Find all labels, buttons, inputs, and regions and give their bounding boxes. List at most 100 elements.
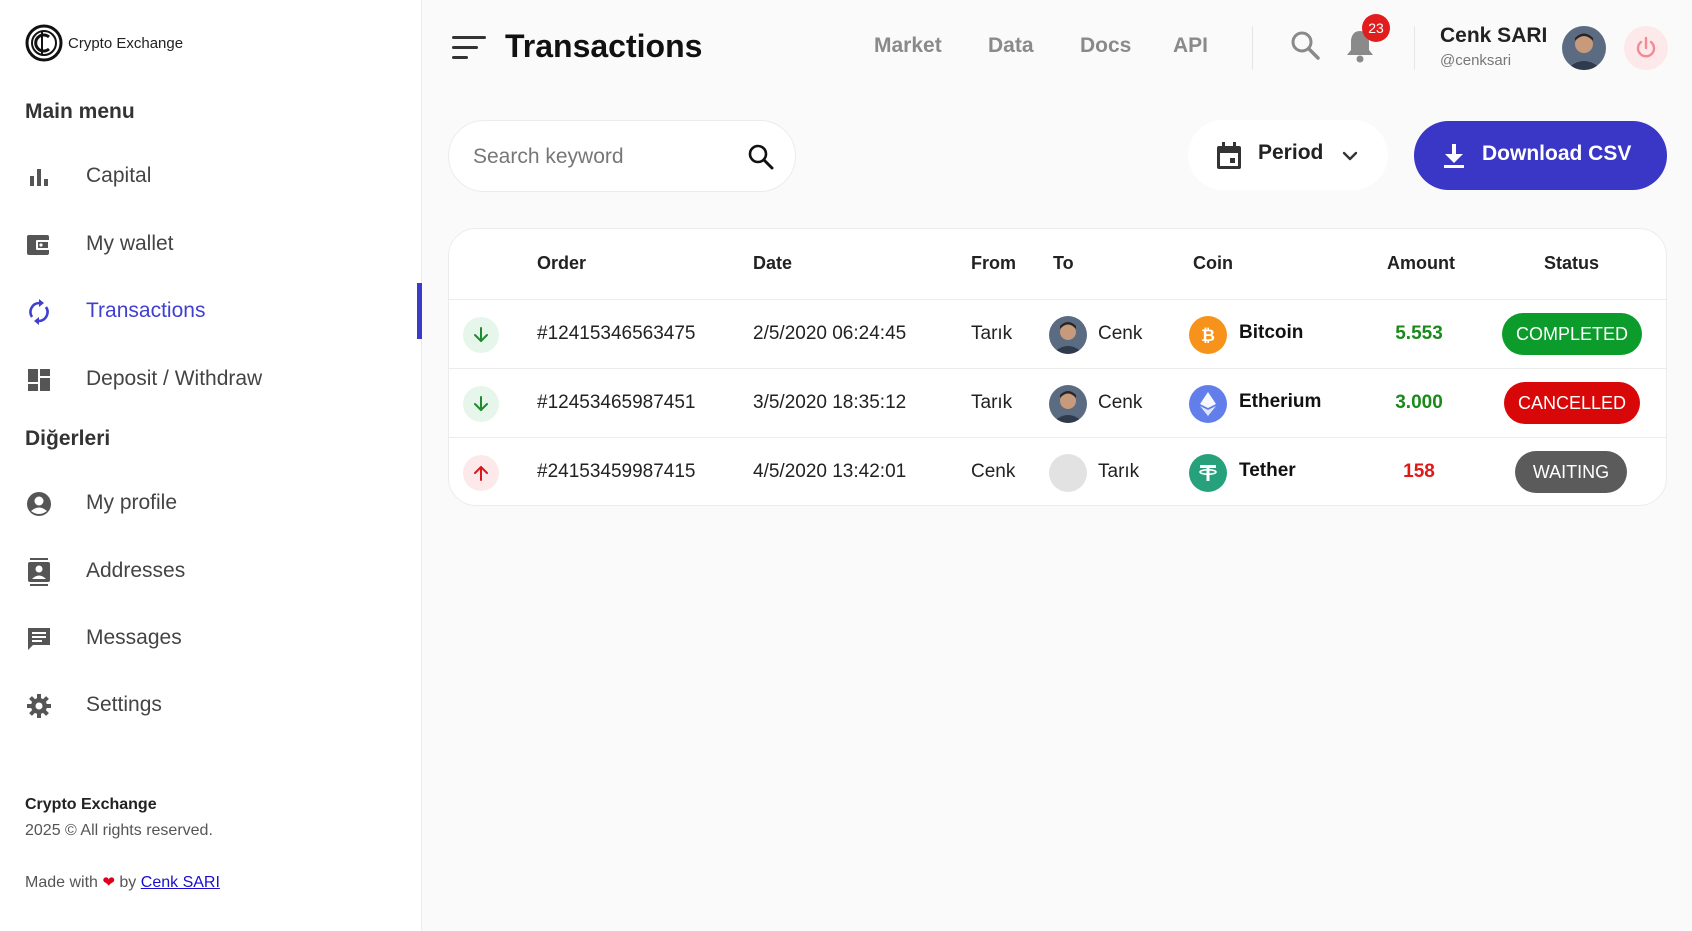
user-name: Cenk SARI [1440,24,1548,47]
other-menu-title: Diğerleri [25,427,111,450]
amount-cell: 158 [1403,461,1435,482]
main-menu-title: Main menu [25,100,135,123]
sidebar-item-label: Settings [86,693,162,716]
from-cell: Tarık [971,392,1013,413]
date-cell: 3/5/2020 18:35:12 [753,392,907,413]
from-cell: Cenk [971,461,1016,482]
table-row[interactable]: #24153459987415 4/5/2020 13:42:01 Cenk T… [449,437,1666,505]
sidebar-item-my-wallet[interactable]: My wallet [0,218,422,270]
calendar-icon [1217,142,1241,169]
status-badge: COMPLETED [1502,313,1642,355]
coin-name: Etherium [1239,391,1322,412]
avatar-placeholder [1049,454,1087,492]
column-header-status[interactable]: Status [1544,253,1599,274]
sidebar-item-capital[interactable]: Capital [0,150,422,202]
avatar [1049,385,1087,423]
brand-logo[interactable]: Crypto Exchange [24,24,183,62]
sidebar-item-label: Messages [86,626,182,649]
gear-icon [26,693,52,719]
sidebar-item-label: My wallet [86,232,174,255]
search-input[interactable] [473,139,733,175]
power-icon [1636,36,1656,58]
sidebar-item-deposit-withdraw[interactable]: Deposit / Withdraw [0,353,422,405]
to-cell: Cenk [1098,323,1143,344]
tether-icon [1189,454,1227,492]
to-cell: Tarık [1098,461,1140,482]
heart-icon: ❤ [102,874,115,891]
column-header-to[interactable]: To [1053,253,1074,274]
footer-credit: Made with ❤ by Cenk SARI [25,873,220,892]
notification-badge: 23 [1362,14,1390,42]
order-id[interactable]: #12415346563475 [537,323,696,345]
download-icon [1444,144,1464,168]
sidebar: Crypto Exchange Main menu Capital My wal… [0,0,422,931]
avatar[interactable] [1562,26,1606,70]
sidebar-item-my-profile[interactable]: My profile [0,477,422,529]
download-csv-button[interactable]: Download CSV [1414,121,1667,190]
contacts-icon [26,558,52,586]
sidebar-item-label: My profile [86,491,178,514]
page-title: Transactions [505,28,703,64]
header-divider [1252,26,1253,70]
incoming-arrow-icon [463,386,499,422]
bar-chart-icon [26,164,52,190]
logout-button[interactable] [1624,26,1668,70]
download-csv-label: Download CSV [1482,142,1632,165]
menu-toggle-icon[interactable] [452,34,488,62]
date-cell: 4/5/2020 13:42:01 [753,461,907,482]
wallet-icon [26,232,52,258]
search-box [448,120,796,192]
from-cell: Tarık [971,323,1013,344]
nav-link-market[interactable]: Market [874,34,942,58]
sidebar-item-label: Deposit / Withdraw [86,367,263,390]
dashboard-icon [26,367,52,393]
author-link[interactable]: Cenk SARI [141,874,220,891]
message-icon [26,626,52,652]
outgoing-arrow-icon [463,455,499,491]
column-header-amount[interactable]: Amount [1387,253,1455,274]
sync-icon [26,299,52,325]
avatar [1049,316,1087,354]
amount-cell: 3.000 [1395,392,1443,413]
status-badge: WAITING [1515,451,1627,493]
search-icon[interactable] [1290,30,1320,60]
period-dropdown[interactable]: Period [1188,120,1388,190]
brand-name: Crypto Exchange [68,34,184,52]
nav-link-api[interactable]: API [1173,34,1208,58]
sidebar-item-label: Transactions [86,299,206,322]
sidebar-item-label: Capital [86,164,152,187]
footer-copyright: 2025 © All rights reserved. [25,822,213,839]
user-handle: @cenksari [1440,52,1512,69]
column-header-date[interactable]: Date [753,253,792,274]
by-text: by [119,874,137,891]
sidebar-item-addresses[interactable]: Addresses [0,545,422,597]
column-header-order[interactable]: Order [537,253,586,274]
svg-text:₿: ₿ [1201,326,1215,346]
sidebar-item-messages[interactable]: Messages [0,612,422,664]
search-icon[interactable] [747,143,775,171]
transactions-table: Order Date From To Coin Amount Status #1… [448,228,1667,506]
date-cell: 2/5/2020 06:24:45 [753,323,907,344]
ethereum-icon [1189,385,1227,423]
to-cell: Cenk [1098,392,1143,413]
column-header-coin[interactable]: Coin [1193,253,1233,274]
account-circle-icon [26,491,52,517]
crypto-logo-icon [25,24,63,62]
order-id[interactable]: #12453465987451 [537,392,696,414]
column-header-from[interactable]: From [971,253,1016,274]
coin-name: Bitcoin [1239,322,1304,343]
footer-brand: Crypto Exchange [25,796,157,813]
status-badge: CANCELLED [1504,382,1640,424]
nav-link-docs[interactable]: Docs [1080,34,1131,58]
sidebar-item-transactions[interactable]: Transactions [0,283,422,339]
period-label: Period [1258,141,1324,164]
order-id[interactable]: #24153459987415 [537,461,696,483]
nav-link-data[interactable]: Data [988,34,1034,58]
table-row[interactable]: #12453465987451 3/5/2020 18:35:12 Tarık … [449,368,1666,437]
sidebar-item-settings[interactable]: Settings [0,679,422,731]
sidebar-item-label: Addresses [86,559,186,582]
amount-cell: 5.553 [1395,323,1443,344]
bitcoin-icon: ₿ [1189,316,1227,354]
incoming-arrow-icon [463,317,499,353]
table-row[interactable]: #12415346563475 2/5/2020 06:24:45 Tarık … [449,299,1666,368]
